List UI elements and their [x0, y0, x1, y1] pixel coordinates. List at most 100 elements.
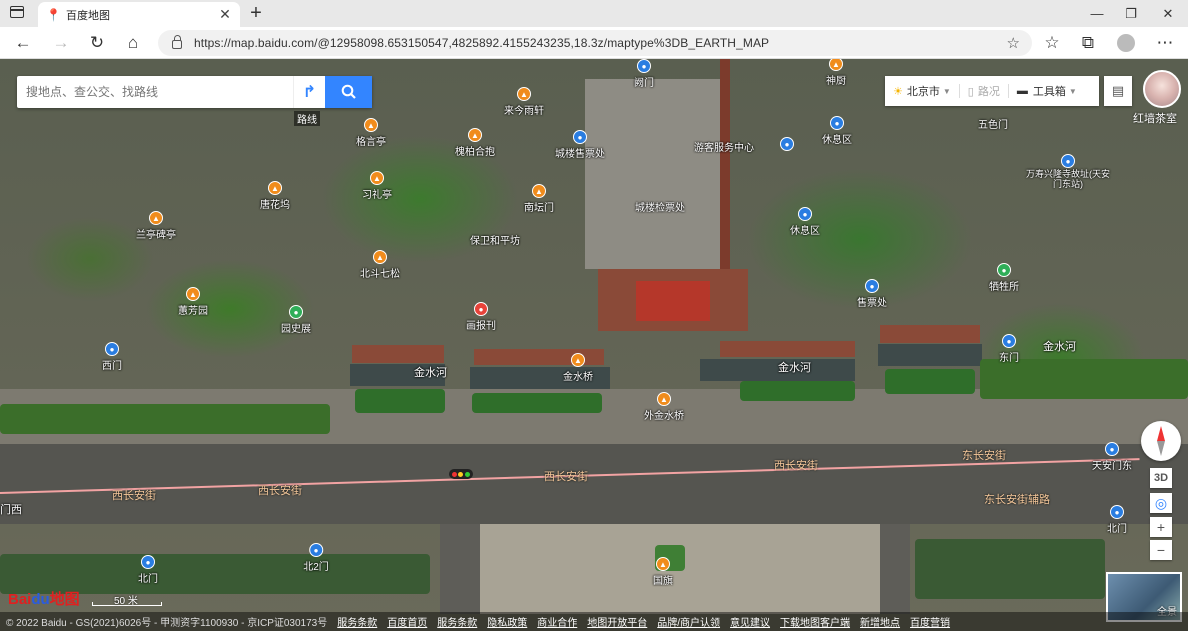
flag-icon: ▲ [656, 557, 670, 571]
city-selector[interactable]: ☀ 北京市 ▼ [885, 76, 959, 106]
poi-marker[interactable]: ● 北门 [1107, 505, 1127, 535]
tab-actions-icon[interactable] [10, 6, 24, 18]
maximize-button[interactable]: ❐ [1111, 0, 1151, 27]
poi-marker[interactable]: ▲ 兰亭碑亭 [136, 211, 176, 241]
more-menu-icon[interactable]: ⋯ [1150, 27, 1180, 59]
poi-marker[interactable]: ● 北门 [138, 555, 158, 585]
subway-icon: ● [1061, 154, 1075, 168]
poi-marker[interactable]: ● 阙门 [634, 59, 654, 89]
poi-marker[interactable]: 五色门 [958, 102, 1008, 131]
zoom-out-button[interactable]: − [1150, 540, 1172, 560]
poi-marker[interactable]: ▲ 南坛门 [524, 184, 554, 214]
footer-link[interactable]: 百度首页 [387, 614, 427, 629]
3d-button[interactable]: 3D [1150, 468, 1172, 488]
poi-marker[interactable]: ● 东门 [999, 334, 1019, 364]
poi-marker[interactable]: ● 万寿兴隆寺故址(天安门东站) [1023, 154, 1113, 189]
poi-marker[interactable]: ▲ 神厨 [826, 59, 846, 87]
poi-marker[interactable]: ● 西门 [102, 342, 122, 372]
restaurant-icon: ▲ [517, 87, 531, 101]
locate-button[interactable]: ◎ [1150, 493, 1172, 513]
collections-icon[interactable]: ⧉ [1073, 27, 1103, 59]
map-toolbar: ☀ 北京市 ▼ ▯ 路况 ▬ 工具箱 ▼ [885, 76, 1099, 106]
gate-icon: ● [105, 342, 119, 356]
traffic-button[interactable]: ▯ 路况 [960, 76, 1008, 106]
footer-link[interactable]: 服务条款 [337, 614, 377, 629]
footer-link[interactable]: 百度营销 [910, 614, 950, 629]
poi-marker[interactable]: ▲ 外金水桥 [644, 392, 684, 422]
poi-marker[interactable]: ● 牺牲所 [989, 263, 1019, 293]
poi-marker[interactable]: ▲ 槐柏合抱 [455, 128, 495, 158]
footer-link[interactable]: 商业合作 [537, 614, 577, 629]
poi-marker[interactable]: ▲ 北斗七松 [360, 250, 400, 280]
footer-link[interactable]: 意见建议 [730, 614, 770, 629]
poi-marker[interactable]: ▲ 格言亭 [356, 118, 386, 148]
gate-icon: ● [309, 543, 323, 557]
poi-marker[interactable]: ▲ 来今雨轩 [504, 87, 544, 117]
exhibition-icon: ● [289, 305, 303, 319]
poi-marker[interactable]: ▲ 国旗 [653, 557, 673, 587]
profile-icon[interactable] [1111, 27, 1141, 59]
tab-baidu-map[interactable]: 📍 百度地图 ✕ [38, 2, 240, 27]
address-bar[interactable]: https://map.baidu.com/@12958098.65315054… [158, 30, 1032, 56]
road-label: 金水河 [414, 367, 447, 379]
poi-marker[interactable]: ▲ 习礼亭 [362, 171, 392, 201]
poi-marker[interactable]: ● 天安门东 [1092, 442, 1132, 472]
footer-link[interactable]: 地图开放平台 [587, 614, 647, 629]
footer-link[interactable]: 下载地图客户端 [780, 614, 850, 629]
avatar[interactable] [1143, 70, 1181, 108]
route-icon: ↱ [302, 84, 317, 101]
ticket-icon: ● [865, 279, 879, 293]
poi-marker[interactable]: ● 画报刊 [466, 302, 496, 332]
close-tab-icon[interactable]: ✕ [218, 6, 232, 23]
poi-marker[interactable]: 保卫和平坊 [470, 231, 520, 247]
footer-link[interactable]: 新增地点 [860, 614, 900, 629]
footer-link[interactable]: 隐私政策 [487, 614, 527, 629]
forward-button[interactable]: → [46, 27, 76, 59]
poi-marker[interactable]: ● 游客服务中心 [694, 137, 794, 154]
pavilion-icon: ▲ [370, 171, 384, 185]
ticket-icon: ● [573, 130, 587, 144]
tree-icon: ▲ [373, 250, 387, 264]
garden-icon: ▲ [268, 181, 282, 195]
search-input[interactable] [17, 76, 292, 108]
route-button[interactable]: ↱ [293, 76, 325, 108]
compass-button[interactable] [1141, 421, 1181, 461]
footer-link[interactable]: 品牌/商户认领 [657, 614, 720, 629]
search-button[interactable] [325, 76, 372, 108]
poi-marker[interactable]: ● 园史展 [281, 305, 311, 335]
home-button[interactable]: ⌂ [118, 27, 148, 59]
close-window-button[interactable]: ✕ [1148, 0, 1188, 27]
garden-icon: ▲ [186, 287, 200, 301]
poi-marker[interactable]: ▲ 金水桥 [563, 353, 593, 383]
poi-marker[interactable]: ● 北2门 [303, 543, 329, 573]
footer-link[interactable]: 服务条款 [437, 614, 477, 629]
poi-marker[interactable]: ▲ 蕙芳园 [178, 287, 208, 317]
toolbox-button[interactable]: ▬ 工具箱 ▼ [1009, 76, 1085, 106]
poi-marker[interactable]: 城楼检票处 [635, 198, 685, 214]
rest-area-icon: ● [830, 116, 844, 130]
poi-marker[interactable]: ● 售票处 [857, 279, 887, 309]
road-label: 西长安街 [258, 485, 302, 497]
chat-icon: ▤ [1111, 83, 1125, 98]
map-footer: © 2022 Baidu - GS(2021)6026号 - 甲测资字11009… [0, 612, 1188, 631]
road-label: 金水河 [778, 362, 811, 374]
back-button[interactable]: ← [8, 27, 38, 59]
refresh-button[interactable]: ↻ [82, 27, 112, 59]
satellite-map[interactable]: 金水河 金水河 金水河 西长安街 西长安街 西长安街 西长安街 东长安街 东长安… [0, 59, 1188, 631]
route-tooltip: 路线 [294, 111, 320, 126]
baidu-logo: Baidu地图 [8, 591, 80, 608]
poi-marker[interactable]: ● 城楼售票处 [555, 130, 605, 160]
new-tab-button[interactable]: + [246, 2, 266, 24]
favorites-icon[interactable]: ☆ [1037, 27, 1067, 59]
poi-marker[interactable]: ▲ 唐花坞 [260, 181, 290, 211]
browser-chrome: 📍 百度地图 ✕ + — ❐ ✕ ← → ↻ ⌂ https://map.bai… [0, 0, 1188, 59]
pavilion-icon: ▲ [149, 211, 163, 225]
message-button[interactable]: ▤ [1104, 76, 1132, 106]
poi-marker[interactable]: ● 休息区 [822, 116, 852, 146]
pavilion-icon: ▲ [364, 118, 378, 132]
gate-icon: ● [1110, 505, 1124, 519]
favorite-add-icon[interactable]: ☆ [1007, 34, 1020, 52]
zoom-in-button[interactable]: + [1150, 517, 1172, 537]
poi-marker[interactable]: ● 休息区 [790, 207, 820, 237]
location-pin-icon: ● [474, 302, 488, 316]
